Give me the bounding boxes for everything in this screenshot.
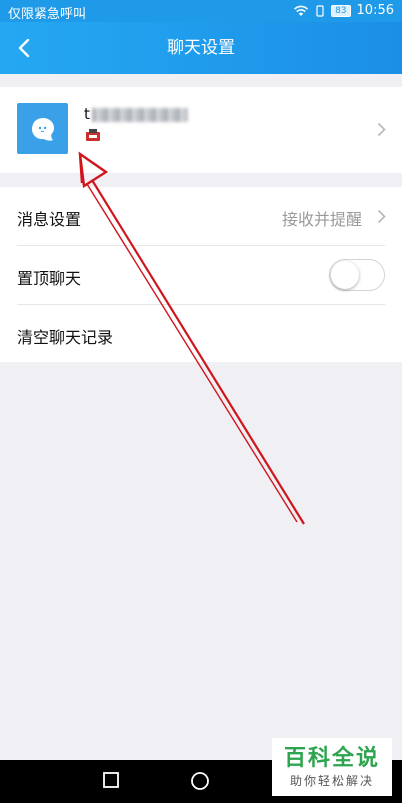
battery-icon: 83 — [331, 4, 351, 17]
clear-history-row[interactable]: 清空聊天记录 — [0, 305, 402, 363]
clear-history-label: 清空聊天记录 — [17, 328, 114, 347]
watermark-sub: 助你轻松解决 — [289, 774, 374, 788]
wifi-icon — [294, 5, 309, 16]
contact-name-prefix: t — [84, 105, 90, 123]
nav-bar: 聊天设置 — [0, 22, 402, 74]
blurred-name — [91, 107, 188, 122]
settings-list: 消息设置 接收并提醒 置顶聊天 清空聊天记录 — [0, 187, 402, 362]
message-settings-label: 消息设置 — [17, 210, 82, 229]
contact-name: t — [84, 105, 188, 123]
level-badge-icon — [86, 129, 100, 141]
chat-bubble-icon — [31, 117, 54, 141]
page-title: 聊天设置 — [167, 38, 235, 58]
message-settings-value: 接收并提醒 — [281, 210, 362, 229]
profile-row[interactable]: t — [0, 87, 402, 173]
toggle-knob — [331, 261, 359, 289]
recent-apps-icon[interactable] — [102, 771, 120, 789]
home-icon[interactable] — [190, 771, 210, 791]
status-icons: 83 10:56 — [293, 3, 394, 18]
avatar[interactable] — [17, 103, 68, 154]
watermark-logo: 百科全说 助你轻松解决 — [272, 738, 392, 796]
clock: 10:56 — [356, 3, 394, 18]
pin-chat-label: 置顶聊天 — [17, 269, 82, 288]
watermark-main: 百科全说 — [283, 746, 380, 771]
chevron-right-icon — [377, 209, 386, 224]
chevron-right-icon — [377, 122, 386, 137]
vibrate-icon — [316, 4, 324, 17]
carrier-text: 仅限紧急呼叫 — [8, 7, 87, 22]
message-settings-row[interactable]: 消息设置 接收并提醒 — [0, 187, 402, 245]
status-bar: 仅限紧急呼叫 83 10:56 — [0, 0, 402, 22]
pin-chat-row: 置顶聊天 — [0, 246, 402, 304]
pin-chat-toggle[interactable] — [329, 259, 385, 291]
